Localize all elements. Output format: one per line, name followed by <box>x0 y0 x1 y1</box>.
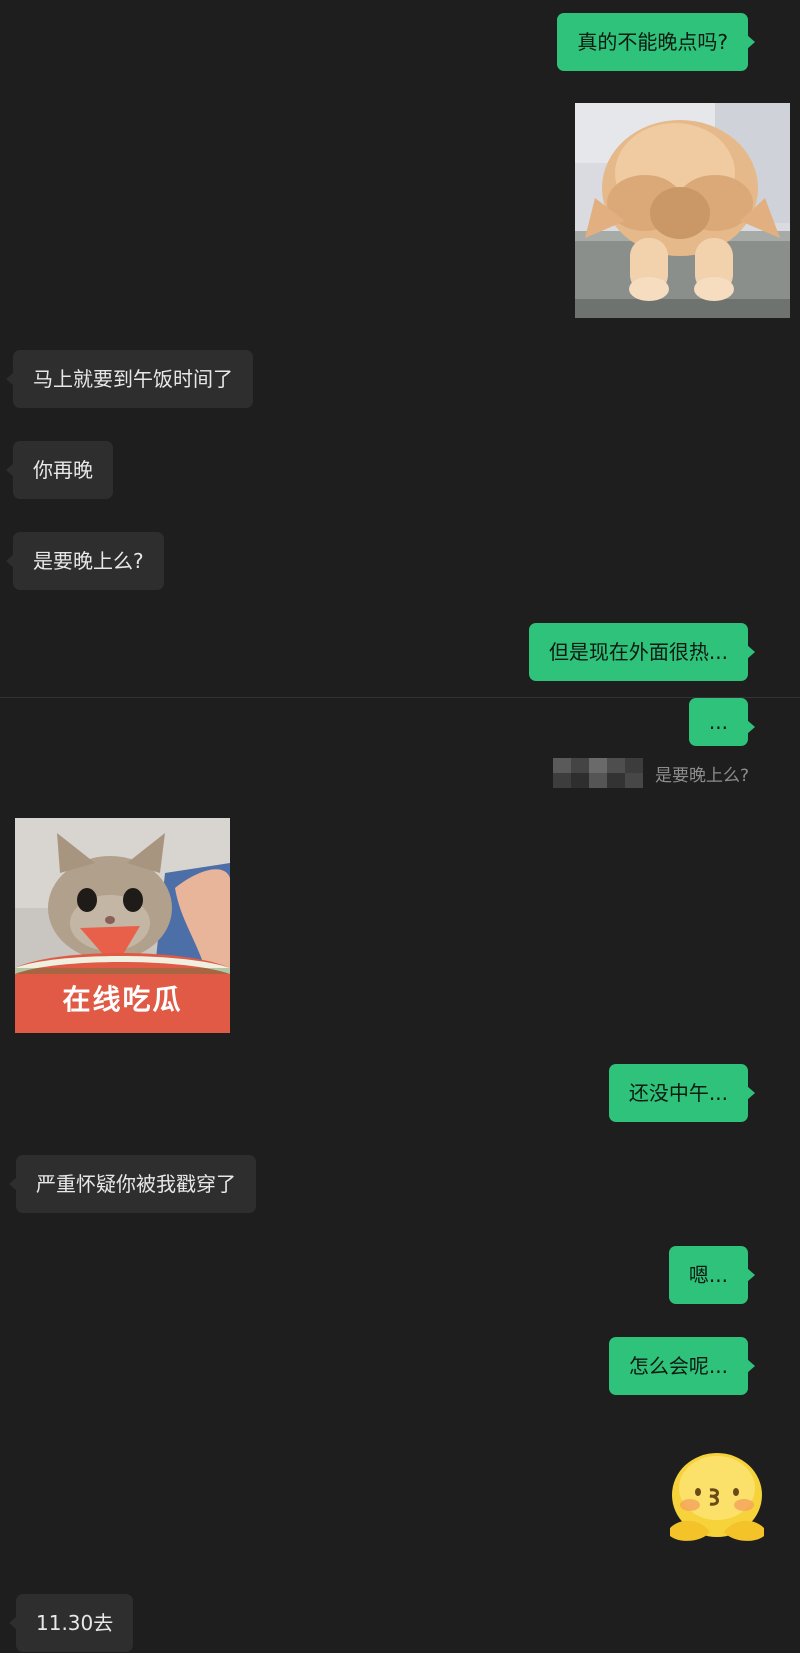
message-bubble-outgoing[interactable]: 但是现在外面很热... <box>528 623 756 681</box>
divider <box>0 697 800 698</box>
quoted-message-text: 是要晚上么? <box>654 765 749 786</box>
shy-hug-emoji-icon[interactable] <box>662 1450 772 1550</box>
quoted-message[interactable]: 是要晚上么? <box>552 758 749 788</box>
sticker-caption: 在线吃瓜 <box>62 983 183 1016</box>
cat-peeking-icon[interactable] <box>575 103 790 318</box>
message-bubble-outgoing[interactable]: 怎么会呢... <box>608 1337 756 1395</box>
message-bubble-outgoing[interactable]: 还没中午... <box>608 1064 756 1122</box>
message-bubble-incoming[interactable]: 11.30去 <box>8 1594 134 1652</box>
message-bubble-incoming[interactable]: 你再晚 <box>6 441 113 499</box>
message-bubble-incoming[interactable]: 是要晚上么? <box>6 532 164 590</box>
chat-window: 真的不能晚点吗? 马上就要到午饭时间了 你再晚 是要晚上么? 但是现在外面很热.… <box>0 0 800 1653</box>
cat-eating-watermelon-icon[interactable]: 在线吃瓜 <box>15 818 230 1033</box>
message-bubble-outgoing[interactable]: 真的不能晚点吗? <box>557 13 755 71</box>
message-bubble-outgoing[interactable]: ... <box>688 698 756 746</box>
message-bubble-incoming[interactable]: 严重怀疑你被我戳穿了 <box>9 1155 256 1213</box>
message-bubble-incoming[interactable]: 马上就要到午饭时间了 <box>6 350 253 408</box>
blurred-sender-name <box>552 758 647 788</box>
message-bubble-outgoing[interactable]: 嗯... <box>668 1246 756 1304</box>
